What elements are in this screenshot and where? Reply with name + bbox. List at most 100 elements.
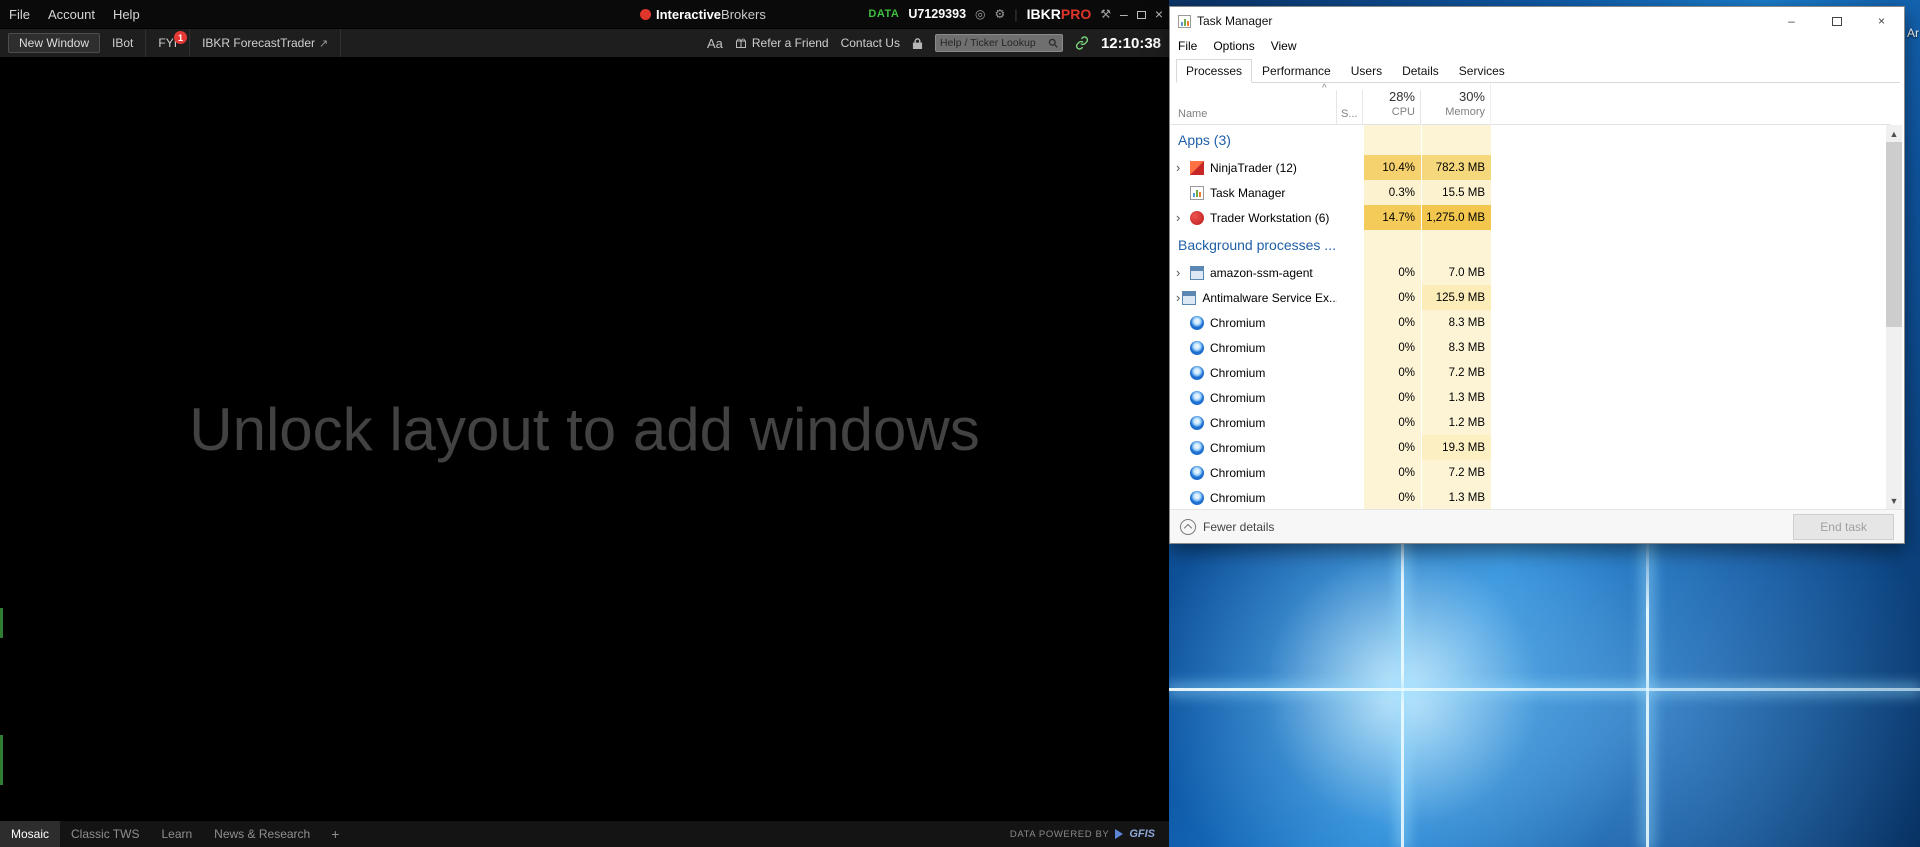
process-row[interactable]: Chromium 0% 1.3 MB — [1170, 485, 1890, 510]
process-row[interactable]: Task Manager 0.3% 15.5 MB — [1170, 180, 1890, 205]
toolbar-right-group: Aa Refer a Friend Contact Us Help / Tick… — [707, 34, 1169, 52]
maximize-button[interactable] — [1814, 7, 1859, 35]
process-name-cell: Chromium — [1170, 415, 1337, 430]
tab-processes[interactable]: Processes — [1176, 59, 1253, 83]
divider: | — [1014, 6, 1018, 22]
process-row[interactable]: › Antimalware Service Ex... 0% 125.9 MB — [1170, 285, 1890, 310]
interactive-brokers-logo: InteractiveBrokers — [640, 0, 766, 28]
process-name: Chromium — [1210, 365, 1266, 380]
refer-a-friend-label: Refer a Friend — [751, 36, 829, 50]
tab-users[interactable]: Users — [1341, 59, 1392, 83]
notifications-icon[interactable]: ◎ — [975, 7, 985, 21]
process-row[interactable]: Chromium 0% 8.3 MB — [1170, 335, 1890, 360]
end-task-button[interactable]: End task — [1793, 513, 1894, 540]
fyi-button[interactable]: FYI 1 — [146, 29, 191, 57]
account-id[interactable]: U7129393 — [908, 7, 966, 21]
cpu-total-percent: 28% — [1388, 89, 1415, 104]
status-cell — [1337, 285, 1363, 310]
process-name-cell: Task Manager — [1170, 185, 1337, 200]
expand-icon[interactable]: › — [1176, 211, 1188, 224]
menu-file[interactable]: File — [0, 7, 39, 22]
help-ticker-lookup-input[interactable]: Help / Ticker Lookup — [934, 34, 1063, 52]
status-cell — [1337, 205, 1363, 230]
cpu-cell: 0% — [1363, 435, 1421, 460]
process-row[interactable]: Chromium 0% 1.3 MB — [1170, 385, 1890, 410]
expand-icon[interactable]: › — [1176, 291, 1180, 304]
process-row[interactable]: Chromium 0% 19.3 MB — [1170, 435, 1890, 460]
data-powered-by: DATA POWERED BY GFIS — [1010, 828, 1169, 840]
menu-account[interactable]: Account — [39, 7, 104, 22]
scroll-down-icon[interactable]: ▼ — [1886, 492, 1902, 509]
powered-by-label: DATA POWERED BY — [1009, 828, 1110, 840]
menu-file[interactable]: File — [1170, 39, 1205, 53]
menu-options[interactable]: Options — [1205, 39, 1262, 53]
settings-gear-icon[interactable]: ⚙ — [995, 7, 1006, 21]
memory-total-percent: 30% — [1458, 89, 1485, 104]
process-row[interactable]: Chromium 0% 8.3 MB — [1170, 310, 1890, 335]
status-cell — [1337, 310, 1363, 335]
cpu-cell: 0% — [1363, 485, 1421, 510]
column-header-memory[interactable]: 30% Memory — [1421, 89, 1485, 118]
cpu-cell: 0% — [1363, 335, 1421, 360]
window-title: Task Manager — [1197, 14, 1273, 28]
process-row[interactable]: Chromium 0% 1.2 MB — [1170, 410, 1890, 435]
ibot-button[interactable]: IBot — [100, 29, 147, 57]
scrollbar[interactable]: ▲ ▼ — [1886, 125, 1902, 509]
memory-column-label: Memory — [1445, 106, 1485, 118]
trader-workstation-icon — [1190, 210, 1204, 225]
process-name: Chromium — [1210, 340, 1266, 355]
tws-menubar-right: DATA U7129393 ◎ ⚙ | IBKRPRO ⚒ – × — [868, 0, 1163, 28]
expand-icon[interactable]: › — [1176, 161, 1188, 174]
process-row[interactable]: › NinjaTrader (12) 10.4% 782.3 MB — [1170, 155, 1890, 180]
desktop-icon-label[interactable]: Ar — [1907, 26, 1919, 40]
tab-learn[interactable]: Learn — [150, 821, 203, 847]
close-button[interactable]: × — [1859, 7, 1904, 35]
task-manager-window: Task Manager – × File Options View Proce… — [1169, 6, 1905, 544]
restore-button[interactable] — [1136, 7, 1146, 21]
tab-details[interactable]: Details — [1392, 59, 1449, 83]
memory-cell: 1.3 MB — [1421, 485, 1491, 510]
tab-news-research[interactable]: News & Research — [203, 821, 321, 847]
process-group-heading[interactable]: Apps (3) — [1170, 125, 1890, 155]
contact-us-button[interactable]: Contact Us — [841, 36, 900, 50]
app-window-icon — [1182, 290, 1197, 305]
expand-icon[interactable]: › — [1176, 266, 1188, 279]
tab-mosaic[interactable]: Mosaic — [0, 821, 61, 847]
tools-icon[interactable]: ⚒ — [1100, 7, 1111, 21]
minimize-button[interactable]: – — [1769, 7, 1814, 35]
process-row[interactable]: Chromium 0% 7.2 MB — [1170, 460, 1890, 485]
new-window-button[interactable]: New Window — [8, 33, 101, 53]
column-header-cpu[interactable]: 28% CPU — [1363, 89, 1415, 118]
process-row[interactable]: › amazon-ssm-agent 0% 7.0 MB — [1170, 260, 1890, 285]
process-row[interactable]: Chromium 0% 7.2 MB — [1170, 360, 1890, 385]
scroll-up-icon[interactable]: ▲ — [1886, 125, 1902, 142]
chromium-icon — [1190, 465, 1204, 480]
fewer-details-toggle[interactable]: Fewer details — [1170, 518, 1274, 535]
scrollbar-thumb[interactable] — [1886, 142, 1902, 327]
font-size-button[interactable]: Aa — [707, 36, 723, 51]
tab-services[interactable]: Services — [1449, 59, 1515, 83]
menu-view[interactable]: View — [1263, 39, 1305, 53]
tab-classic-tws[interactable]: Classic TWS — [60, 821, 150, 847]
ninjatrader-icon — [1190, 160, 1204, 175]
process-group-heading[interactable]: Background processes ... — [1170, 230, 1890, 260]
process-row[interactable]: › Trader Workstation (6) 14.7% 1,275.0 MB — [1170, 205, 1890, 230]
refer-a-friend-button[interactable]: Refer a Friend — [735, 36, 829, 50]
close-button[interactable]: × — [1155, 7, 1163, 21]
cpu-cell: 10.4% — [1363, 155, 1421, 180]
forecast-trader-button[interactable]: IBKR ForecastTrader ↗ — [190, 29, 342, 57]
menu-help[interactable]: Help — [104, 7, 149, 22]
cpu-cell: 0% — [1363, 285, 1421, 310]
task-manager-footer: Fewer details End task — [1170, 509, 1904, 543]
cpu-cell: 0% — [1363, 410, 1421, 435]
minimize-button[interactable]: – — [1120, 7, 1128, 21]
chromium-icon — [1190, 340, 1204, 355]
link-icon[interactable] — [1075, 36, 1089, 50]
memory-cell: 19.3 MB — [1421, 435, 1491, 460]
process-name-cell: › Trader Workstation (6) — [1170, 210, 1337, 225]
tab-performance[interactable]: Performance — [1252, 59, 1341, 83]
column-header-status[interactable]: S... — [1341, 108, 1358, 120]
column-header-name[interactable]: Name — [1178, 108, 1207, 120]
cpu-column-label: CPU — [1391, 106, 1415, 118]
add-tab-button[interactable]: + — [321, 821, 349, 847]
